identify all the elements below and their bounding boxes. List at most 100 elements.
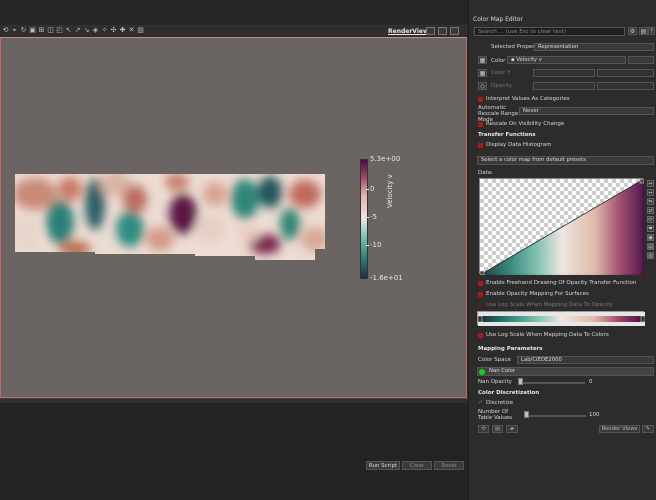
save-preset-icon[interactable]: ▣ bbox=[647, 234, 654, 241]
rotate-icon[interactable]: ↻ bbox=[20, 27, 27, 34]
rescale-visible-icon[interactable]: ⇄ bbox=[647, 207, 654, 214]
annotations-icon[interactable]: ▤ bbox=[647, 243, 654, 250]
display-histogram-checkbox[interactable] bbox=[478, 143, 483, 148]
colorbar-tick-max: 5.3e+00 bbox=[370, 155, 401, 163]
pointer-icon[interactable]: ↖ bbox=[65, 27, 72, 34]
colorbar-tick-0: 0 bbox=[370, 185, 375, 193]
rescale-visibility-checkbox[interactable] bbox=[478, 122, 483, 127]
selected-properties-combo[interactable]: Representation bbox=[534, 43, 654, 51]
add-icon[interactable]: ✚ bbox=[119, 27, 126, 34]
clear-selection-icon[interactable]: ✕ bbox=[128, 27, 135, 34]
restore-defaults-icon[interactable]: ⟲ bbox=[478, 425, 489, 433]
velocity-field-render bbox=[15, 174, 325, 260]
save-defaults-icon[interactable]: ▤ bbox=[492, 425, 503, 433]
transfer-function-graph[interactable] bbox=[480, 179, 644, 275]
colorbar-tick-minus5: -5 bbox=[370, 213, 377, 221]
transfer-functions-heading: Transfer Functions bbox=[478, 132, 536, 138]
color-component-combo[interactable] bbox=[628, 56, 654, 64]
table-values-value[interactable]: 100 bbox=[589, 411, 600, 419]
color-map-gradient[interactable] bbox=[478, 312, 645, 326]
auto-apply-icon[interactable]: ✎ bbox=[642, 425, 654, 433]
gear-icon[interactable]: ⚙ bbox=[628, 27, 637, 35]
opacity-mapping-label: Enable Opacity Mapping For Surfaces bbox=[486, 291, 589, 297]
color-transfer-function-editor[interactable] bbox=[477, 311, 645, 326]
interpret-categories-label: Interpret Values As Categories bbox=[486, 96, 570, 102]
mapping-parameters-heading: Mapping Parameters bbox=[478, 346, 543, 352]
color-y-combo[interactable] bbox=[533, 69, 595, 77]
grow-selection-icon[interactable]: ✣ bbox=[110, 27, 117, 34]
interpret-categories-checkbox[interactable] bbox=[478, 97, 483, 102]
rescale-temporal-icon[interactable]: ⇋ bbox=[647, 198, 654, 205]
nan-opacity-slider-handle[interactable] bbox=[518, 378, 523, 385]
hover-icon[interactable]: ✧ bbox=[101, 27, 108, 34]
search-input[interactable]: Search ... (use Esc to clear text) bbox=[474, 27, 625, 36]
choose-preset-icon[interactable]: ❤ bbox=[647, 225, 654, 232]
nan-color-swatch bbox=[479, 369, 485, 375]
log-colors-checkbox[interactable] bbox=[478, 333, 483, 338]
split-vertical-icon[interactable] bbox=[438, 27, 447, 35]
table-values-slider-handle[interactable] bbox=[524, 411, 529, 418]
pointer-add-icon[interactable]: ↗ bbox=[74, 27, 81, 34]
color-y-label: Color Y bbox=[491, 70, 511, 76]
zoom-data-icon[interactable]: ⌖ bbox=[11, 27, 18, 34]
clear-button[interactable]: Clear bbox=[402, 461, 432, 470]
color-y-icon: ▦ bbox=[478, 69, 487, 77]
colorbar-tick-minus10: -10 bbox=[370, 241, 382, 249]
pointer-sub-icon[interactable]: ↘ bbox=[83, 27, 90, 34]
select-cells-icon[interactable]: ▣ bbox=[29, 27, 36, 34]
opacity-mapping-checkbox[interactable] bbox=[478, 292, 483, 297]
colorbar-tick-min: -1.6e+01 bbox=[370, 274, 403, 282]
select-frustum-icon[interactable]: ◫ bbox=[47, 27, 54, 34]
opacity-transfer-function-editor[interactable] bbox=[479, 178, 644, 275]
colorbar-tickmark bbox=[366, 189, 369, 190]
table-values-slider-track[interactable] bbox=[526, 415, 586, 417]
folder-icon[interactable]: ▰ bbox=[506, 425, 518, 433]
interactive-select-icon[interactable]: ◈ bbox=[92, 27, 99, 34]
panel-title: Color Map Editor bbox=[473, 16, 523, 23]
preset-combo[interactable]: Select a color map from default presets bbox=[477, 156, 654, 165]
opacity-label: Opacity bbox=[491, 83, 513, 89]
maximize-icon[interactable] bbox=[450, 27, 459, 35]
python-shell[interactable] bbox=[0, 403, 468, 500]
rescale-custom-icon[interactable]: ⇔ bbox=[647, 189, 654, 196]
table-values-label: Number Of Table Values bbox=[478, 409, 512, 421]
color-y-component-combo[interactable] bbox=[597, 69, 654, 77]
rescale-range-icon[interactable]: ↔ bbox=[647, 180, 654, 187]
nan-opacity-slider-track[interactable] bbox=[521, 382, 585, 384]
color-array-combo[interactable]: ▪ Velocity v bbox=[507, 56, 626, 64]
rescale-visibility-label: Rescale On Visibility Change bbox=[486, 121, 565, 127]
discretize-check-icon[interactable]: ✔ bbox=[478, 400, 483, 406]
nan-opacity-label: Nan Opacity bbox=[478, 379, 512, 385]
color-space-label: Color Space bbox=[478, 357, 511, 363]
colorbar-title: Velocity v bbox=[386, 174, 394, 208]
render-views-button[interactable]: Render Views bbox=[599, 425, 640, 433]
freehand-label: Enable Freehand Drawing Of Opacity Trans… bbox=[486, 280, 637, 286]
log-opacity-label: Use Log Scale When Mapping Data To Opaci… bbox=[486, 302, 613, 308]
select-block-icon[interactable]: ◰ bbox=[56, 27, 63, 34]
discretize-label: Discretize bbox=[486, 400, 514, 406]
invert-icon[interactable]: ⟳ bbox=[647, 216, 654, 223]
trash-icon[interactable]: ▥ bbox=[137, 27, 144, 34]
color-label: Color bbox=[491, 58, 506, 64]
colorbar-tickmark bbox=[366, 217, 369, 218]
freehand-checkbox[interactable] bbox=[478, 281, 483, 286]
opacity-combo[interactable] bbox=[533, 82, 595, 90]
color-discretization-heading: Color Discretization bbox=[478, 390, 540, 396]
nan-opacity-value[interactable]: 0 bbox=[589, 378, 593, 386]
help-icon[interactable]: ? bbox=[648, 27, 655, 35]
save-icon[interactable]: ▤ bbox=[639, 27, 648, 35]
colorbar-tickmark bbox=[366, 245, 369, 246]
data-label: Data: bbox=[478, 170, 493, 176]
run-script-button[interactable]: Run Script bbox=[366, 461, 400, 470]
edit-colorbar-icon[interactable]: ▥ bbox=[647, 252, 654, 259]
nan-color-button[interactable]: Nan Color bbox=[477, 367, 654, 376]
opacity-component-combo[interactable] bbox=[597, 82, 654, 90]
log-opacity-checkbox[interactable] bbox=[478, 303, 483, 308]
auto-rescale-combo[interactable]: Never bbox=[519, 107, 654, 115]
reset-button[interactable]: Reset bbox=[434, 461, 464, 470]
select-points-icon[interactable]: ⊞ bbox=[38, 27, 45, 34]
split-horizontal-icon[interactable] bbox=[426, 27, 435, 35]
color-space-combo[interactable]: Lab/CIEDE2000 bbox=[517, 356, 654, 364]
reset-camera-icon[interactable]: ⟲ bbox=[2, 27, 9, 34]
color-array-value: Velocity v bbox=[516, 57, 542, 63]
